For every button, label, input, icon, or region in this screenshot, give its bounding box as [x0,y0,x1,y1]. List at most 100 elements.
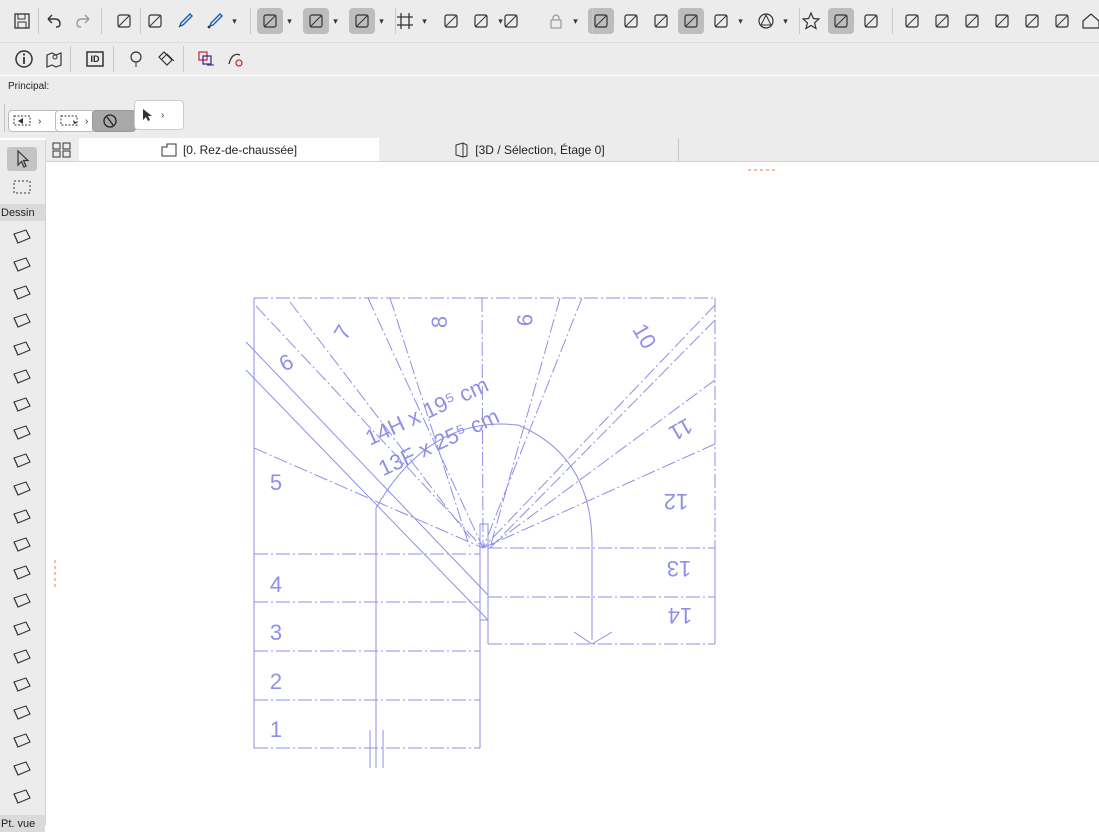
lock-icon[interactable] [543,8,569,34]
id-icon[interactable]: ID [82,46,108,72]
curtain-tool[interactable] [7,757,37,781]
eyedropper-icon[interactable] [172,8,198,34]
roof-tool[interactable] [7,337,37,361]
favorites-icon[interactable] [798,8,824,34]
morph-tool[interactable] [7,645,37,669]
object-tool[interactable] [7,589,37,613]
tab-overview-button[interactable] [46,138,78,161]
renovation-icon[interactable] [223,46,249,72]
curtain-wall-tool[interactable] [7,449,37,473]
beam-tool[interactable] [7,281,37,305]
info-box: Principal: › › › [0,76,1099,138]
step-number: 8 [427,316,452,328]
elevate-icon[interactable] [959,8,985,34]
relative-construction-icon[interactable] [349,8,375,34]
door-tool[interactable] [7,477,37,501]
secondary-toolbar: ID [0,43,1099,75]
render-dropdown-caret[interactable]: ▾ [736,8,745,34]
drawing-canvas[interactable]: 1 2 3 4 5 6 7 8 9 10 11 12 13 14 14H x 19⁵ cm 13F x 25⁵… [46,162,1099,825]
zone-tool[interactable] [7,673,37,697]
step-number: 12 [664,489,688,514]
trace-icon[interactable] [498,8,524,34]
layout-magic-icon[interactable] [111,8,137,34]
snap-guide-icon[interactable] [303,8,329,34]
mesh-tool[interactable] [7,617,37,641]
railing-tool[interactable] [7,421,37,445]
house-icon[interactable] [1078,8,1099,34]
curve-icon[interactable] [1019,8,1045,34]
step-number: 5 [270,470,282,495]
toolbox-section-header[interactable]: Pt. vue [0,815,45,832]
shape-dropdown-caret[interactable]: ▾ [781,8,790,34]
id-label: ID [90,54,100,64]
tab-3d-view[interactable]: [3D / Sélection, Étage 0] [380,138,679,161]
arrow-mode-button[interactable]: › [134,100,184,130]
stair-plan[interactable]: 1234567 8 9 101112131414H x 19⁵ cm13F x 25⁵… [46,162,1099,825]
save-icon[interactable] [9,8,35,34]
relative-construction-dropdown-caret[interactable]: ▾ [377,8,386,34]
rotate-toggle-button[interactable] [92,110,136,132]
step-number: 3 [270,620,282,645]
plane-icon[interactable] [438,8,464,34]
selection-method-button[interactable]: › [55,110,95,132]
inject-icon[interactable] [202,8,228,34]
step-number: 11 [665,413,697,446]
info-box-label: Principal: [8,81,50,92]
redo-icon[interactable] [71,8,97,34]
step-number: 6 [275,349,298,377]
column-tool[interactable] [7,253,37,277]
tab-floor-plan[interactable]: [0. Rez-de-chaussée] [79,138,379,161]
marquee-tool[interactable] [7,175,37,199]
fillet-icon[interactable] [989,8,1015,34]
info-icon[interactable] [11,46,37,72]
opening-tool[interactable] [7,561,37,585]
step-number: 1 [270,717,282,742]
guideline-dropdown-caret[interactable]: ▾ [285,8,294,34]
shell-tool[interactable] [7,365,37,389]
skylight-tool[interactable] [7,533,37,557]
lock-dropdown-caret[interactable]: ▾ [571,8,580,34]
toolbox-section-header[interactable]: Dessin [0,204,45,221]
window-tool[interactable] [7,505,37,529]
layers-stack-icon[interactable] [858,8,884,34]
arrow-tool[interactable] [7,147,37,171]
tags-icon[interactable] [153,46,179,72]
render-icon[interactable] [708,8,734,34]
tab-floor-plan-label: [0. Rez-de-chaussée] [182,142,298,157]
3d-object-tool[interactable] [7,729,37,753]
stair-tool[interactable] [7,393,37,417]
adjust-icon[interactable] [929,8,955,34]
layer-combo-icon[interactable] [193,46,219,72]
step-number: 10 [628,319,662,353]
step-number: 4 [270,572,282,597]
view-toggle-icon[interactable] [828,8,854,34]
marquee-icon[interactable] [678,8,704,34]
lamp-tool[interactable] [7,701,37,725]
toolbox: Dessin Pt. vue [0,140,46,832]
grid-snap-dropdown-caret[interactable]: ▾ [420,8,429,34]
resize-icon[interactable] [1049,8,1075,34]
undo-icon[interactable] [40,8,66,34]
pick-up-icon[interactable] [142,8,168,34]
split-icon[interactable] [899,8,925,34]
guideline-icon[interactable] [257,8,283,34]
step-number: 7 [329,321,357,344]
snap-guide-dropdown-caret[interactable]: ▾ [331,8,340,34]
inject-dropdown-caret[interactable]: ▾ [230,8,239,34]
tree-icon[interactable] [123,46,149,72]
wall-tool[interactable] [7,225,37,249]
measure-icon[interactable] [618,8,644,34]
step-number: 2 [270,669,282,694]
slab-tool[interactable] [7,309,37,333]
fit-icon[interactable] [648,8,674,34]
geometry-method-button[interactable]: › [8,110,60,132]
tab-bar: [0. Rez-de-chaussée] [3D / Sélection, Ét… [46,138,1099,162]
shape-icon[interactable] [753,8,779,34]
step-number: 9 [512,314,537,326]
surface-icon[interactable] [468,8,494,34]
map-pin-icon[interactable] [41,46,67,72]
floor-plan-icon [161,143,177,156]
3d-view-icon [455,141,468,158]
tab-3d-view-label: [3D / Sélection, Étage 0] [475,142,605,157]
section-tool[interactable] [7,785,37,809]
